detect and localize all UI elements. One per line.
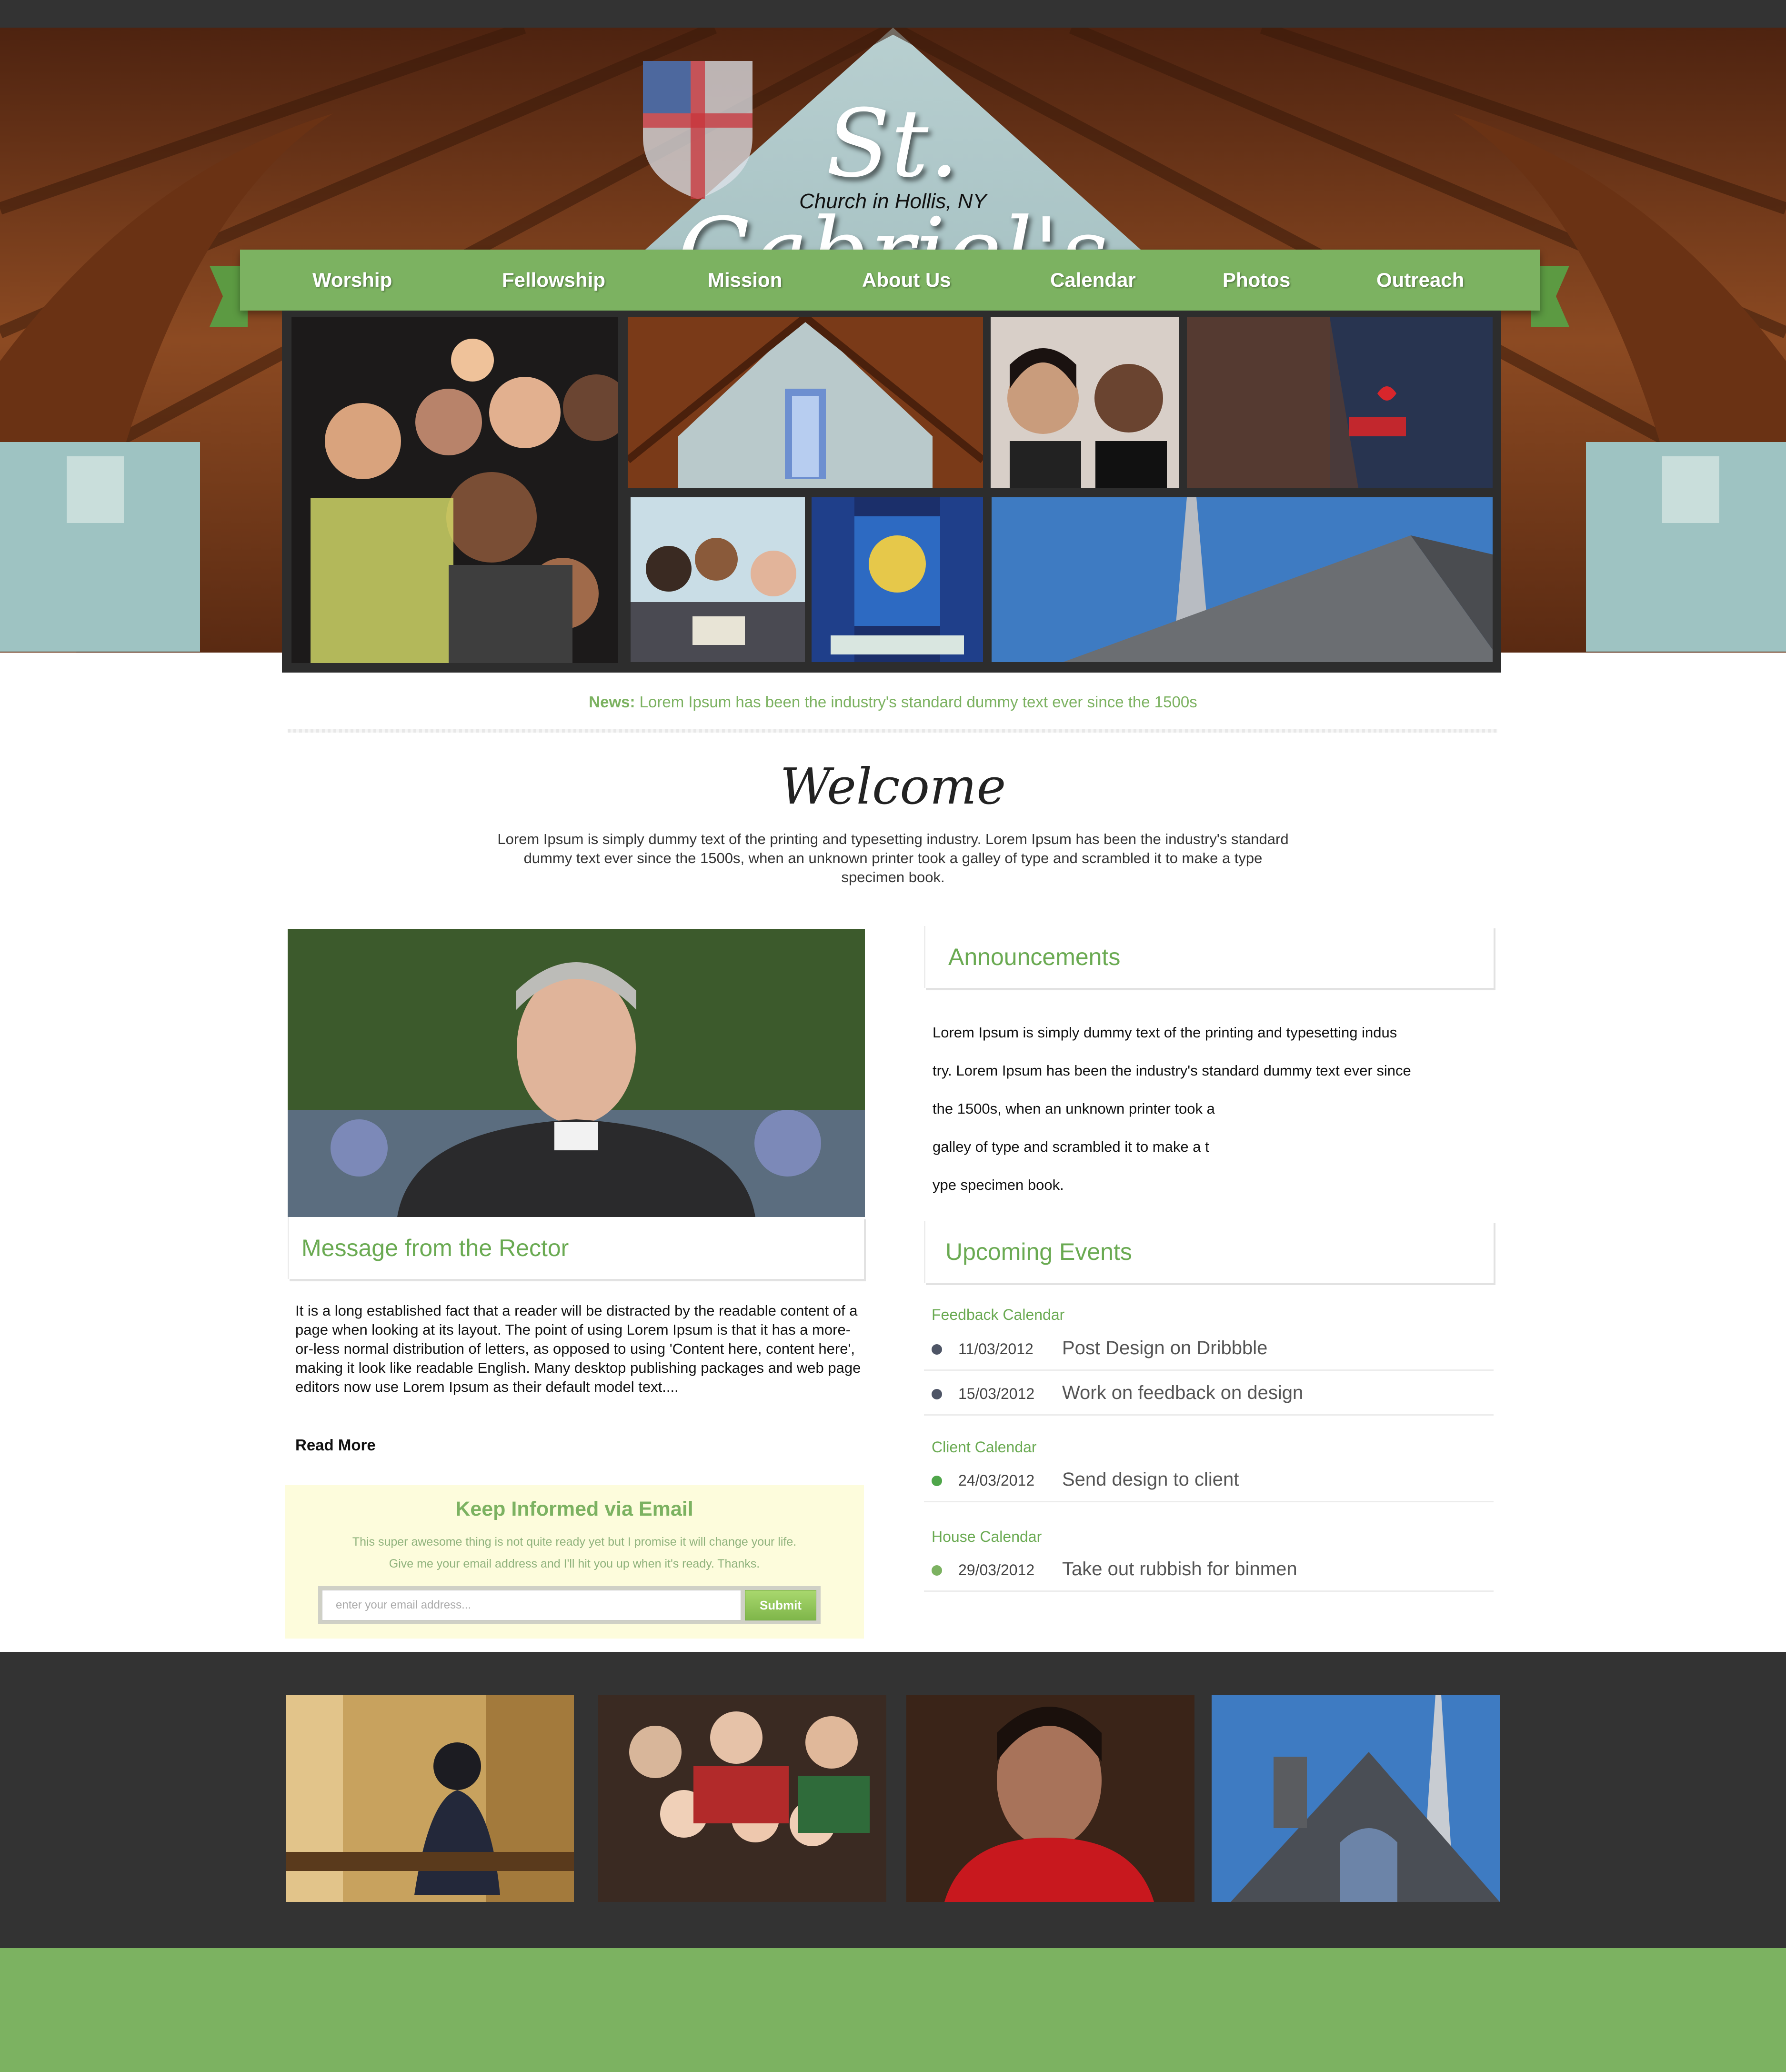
welcome-title: Welcome — [780, 757, 1006, 815]
email-signup-line-1: This super awesome thing is not quite re… — [352, 1535, 797, 1549]
events-heading: Upcoming Events — [945, 1238, 1132, 1265]
site-logo[interactable]: St. Gabriel's Church in Hollis, NY — [643, 61, 1143, 307]
collage-photo-steeple[interactable] — [992, 497, 1493, 662]
event-title: Send design to client — [1062, 1469, 1239, 1490]
dot-icon — [932, 1389, 942, 1399]
rector-heading-panel: Message from the Rector — [288, 1217, 864, 1279]
email-signup-description: This super awesome thing is not quite re… — [285, 1531, 864, 1575]
dot-icon — [932, 1476, 942, 1486]
footer-photo-family[interactable] — [598, 1695, 886, 1902]
photo-collage — [282, 311, 1501, 673]
nav-item-worship[interactable]: Worship — [312, 250, 392, 311]
news-divider — [288, 729, 1497, 733]
footer-gallery — [0, 1652, 1786, 1948]
event-row[interactable]: 11/03/2012 Post Design on Dribbble — [924, 1329, 1494, 1371]
event-row[interactable]: 24/03/2012 Send design to client — [924, 1460, 1494, 1502]
announcement-line: ype specimen book. — [933, 1177, 1064, 1193]
main-nav: Worship Fellowship Mission About Us Cale… — [240, 250, 1540, 311]
site-subtitle: Church in Hollis, NY — [799, 190, 987, 213]
event-title: Take out rubbish for binmen — [1062, 1559, 1297, 1579]
news-label: News: — [589, 693, 635, 711]
submit-button[interactable]: Submit — [745, 1590, 816, 1620]
event-group-feedback-calendar[interactable]: Feedback Calendar — [932, 1306, 1064, 1324]
dot-icon — [932, 1344, 942, 1355]
events-heading-panel: Upcoming Events — [924, 1221, 1494, 1283]
announcement-line: galley of type and scrambled it to make … — [933, 1138, 1209, 1155]
nav-item-mission[interactable]: Mission — [708, 250, 782, 311]
footer-photo-prayer[interactable] — [286, 1695, 574, 1902]
collage-photo-two-women[interactable] — [991, 317, 1179, 488]
collage-photo-suit-pin[interactable] — [1187, 317, 1493, 488]
email-signup-line-2: Give me your email address and I'll hit … — [389, 1557, 760, 1570]
event-row[interactable]: 29/03/2012 Take out rubbish for binmen — [924, 1550, 1494, 1592]
email-form: Submit — [318, 1586, 821, 1624]
footer-photo-church-exterior[interactable] — [1212, 1695, 1500, 1902]
announcement-line: the 1500s, when an unknown printer took … — [933, 1100, 1215, 1117]
event-group-house-calendar[interactable]: House Calendar — [932, 1528, 1042, 1546]
rector-message: It is a long established fact that a rea… — [295, 1302, 861, 1395]
news-text[interactable]: Lorem Ipsum has been the industry's stan… — [640, 693, 1197, 711]
rector-photo — [288, 929, 865, 1217]
announcement-line: try. Lorem Ipsum has been the industry's… — [933, 1062, 1411, 1079]
event-row[interactable]: 15/03/2012 Work on feedback on design — [924, 1374, 1494, 1416]
read-more-link[interactable]: Read More — [295, 1436, 376, 1454]
nav-item-fellowship[interactable]: Fellowship — [502, 250, 605, 311]
announcements-heading: Announcements — [948, 944, 1121, 970]
collage-photo-stained-glass[interactable] — [812, 497, 983, 662]
dot-icon — [932, 1565, 942, 1576]
collage-photo-sanctuary[interactable] — [628, 317, 983, 488]
rector-heading: Message from the Rector — [301, 1235, 569, 1261]
email-signup-title: Keep Informed via Email — [455, 1498, 693, 1520]
footer-bottom-bar — [0, 1948, 1786, 2072]
collage-photo-bible-study[interactable] — [631, 497, 805, 662]
announcements-heading-panel: Announcements — [924, 926, 1494, 988]
email-signup-box: Keep Informed via Email This super aweso… — [285, 1485, 864, 1639]
announcement-line: Lorem Ipsum is simply dummy text of the … — [933, 1024, 1397, 1041]
event-date: 24/03/2012 — [958, 1472, 1035, 1489]
event-group-client-calendar[interactable]: Client Calendar — [932, 1438, 1037, 1456]
top-bar — [0, 0, 1786, 28]
nav-item-calendar[interactable]: Calendar — [1050, 250, 1136, 311]
event-title: Work on feedback on design — [1062, 1382, 1304, 1403]
event-date: 11/03/2012 — [958, 1340, 1033, 1358]
news-ticker: News: Lorem Ipsum has been the industry'… — [0, 693, 1786, 711]
event-title: Post Design on Dribbble — [1062, 1338, 1268, 1358]
nav-item-outreach[interactable]: Outreach — [1376, 250, 1464, 311]
collage-photo-congregation[interactable] — [291, 317, 618, 663]
email-input[interactable] — [322, 1590, 741, 1620]
event-date: 29/03/2012 — [958, 1561, 1035, 1579]
welcome-text: Lorem Ipsum is simply dummy text of the … — [497, 831, 1289, 885]
nav-item-photos[interactable]: Photos — [1223, 250, 1290, 311]
footer-photo-woman[interactable] — [906, 1695, 1194, 1902]
announcements-text: Lorem Ipsum is simply dummy text of the … — [933, 1014, 1485, 1204]
event-date: 15/03/2012 — [958, 1385, 1035, 1402]
nav-item-about-us[interactable]: About Us — [862, 250, 951, 311]
